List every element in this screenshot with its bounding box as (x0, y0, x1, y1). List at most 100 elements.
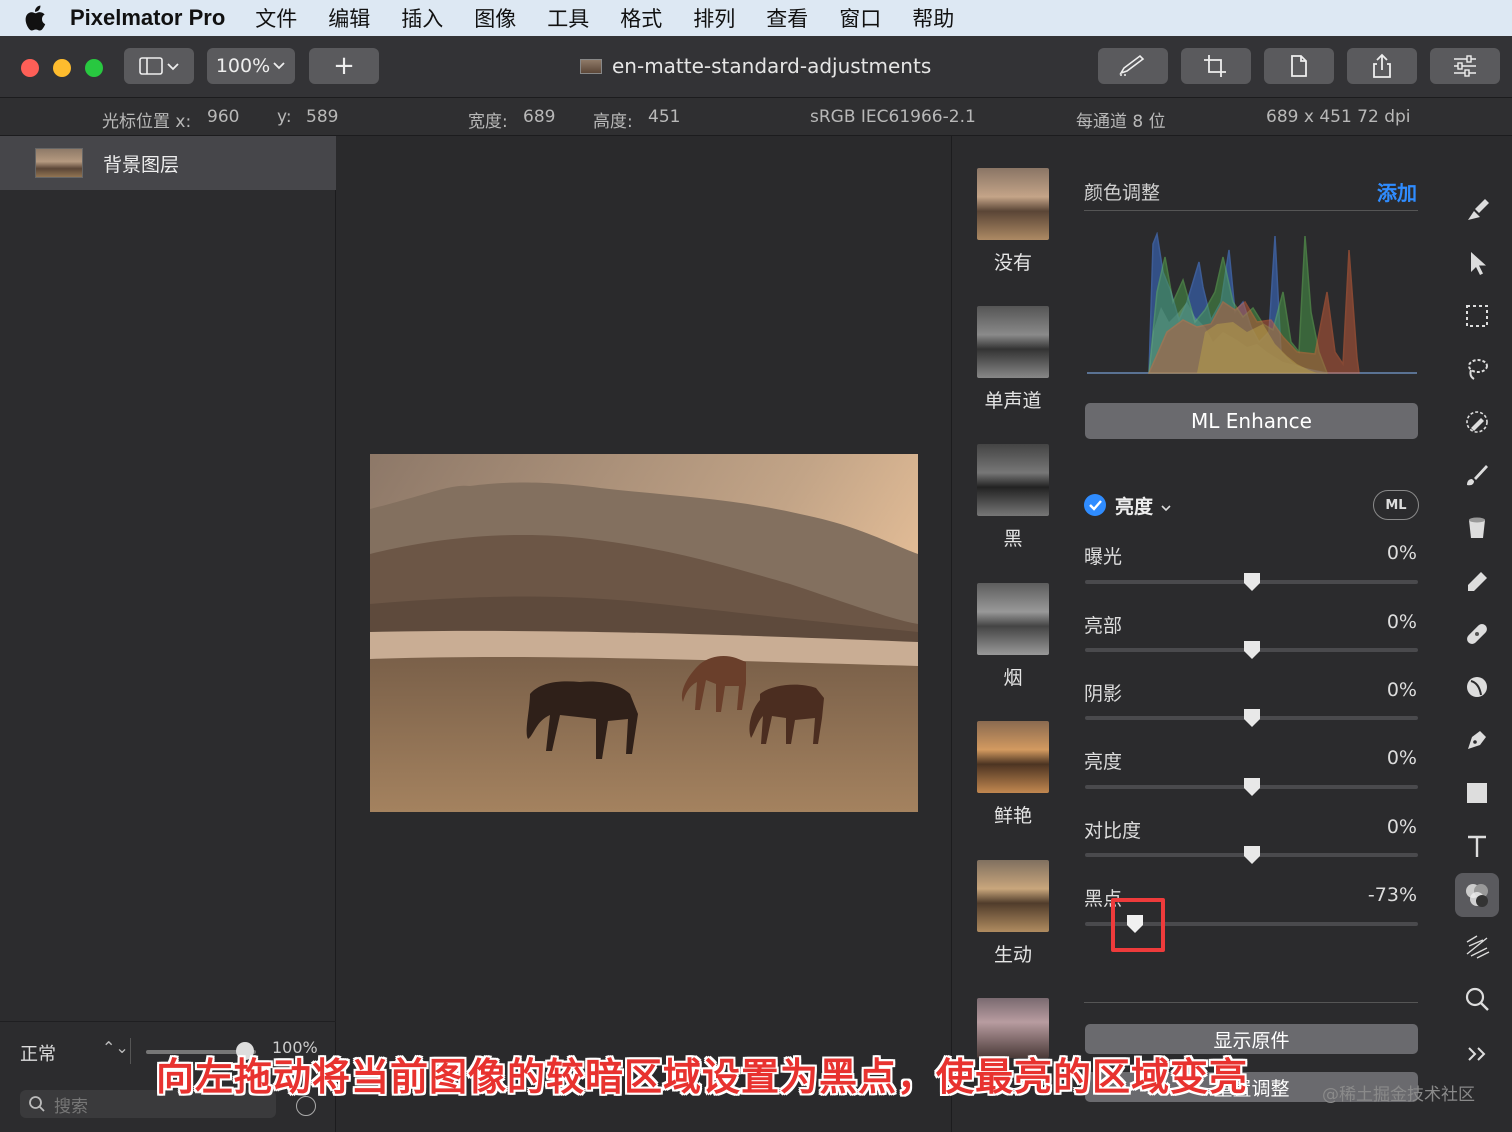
contrast-slider-knob[interactable] (1243, 845, 1261, 865)
sliders-icon (1454, 55, 1476, 77)
cursor-y-value: 589 (306, 107, 339, 127)
document-thumbnail-icon (580, 58, 602, 74)
shape-tool[interactable] (1455, 771, 1499, 815)
width-value: 689 (523, 107, 556, 127)
preset-thumbnail (977, 444, 1049, 516)
color-adjust-tool[interactable] (1455, 873, 1499, 917)
preset-noir[interactable]: 黑 (977, 444, 1049, 551)
app-menu[interactable]: Pixelmator Pro (70, 5, 225, 31)
highlights-slider-knob[interactable] (1243, 640, 1261, 660)
share-icon (1373, 53, 1391, 78)
retouch-tool-button[interactable] (1098, 48, 1168, 84)
more-tools-button[interactable] (1455, 1032, 1499, 1076)
height-label: 高度: (593, 112, 633, 132)
preset-none[interactable]: 没有 (977, 168, 1049, 275)
slider-value: 0% (1386, 747, 1417, 769)
menu-view[interactable]: 查看 (766, 3, 808, 33)
preset-mono[interactable]: 单声道 (977, 306, 1049, 413)
watermark: @稀土掘金技术社区 (1322, 1085, 1475, 1105)
style-tool[interactable] (1455, 188, 1499, 232)
slider-value: -73% (1367, 884, 1417, 906)
menu-insert[interactable]: 插入 (401, 3, 443, 33)
rectangle-icon (1467, 783, 1487, 803)
color-adjustments-panel: 颜色调整 添加 ML Enhance 亮度 ML 曝光 0% 亮部 0% 阴影 … (1073, 136, 1443, 1132)
minimize-window-button[interactable] (53, 59, 71, 77)
menu-help[interactable]: 帮助 (912, 3, 954, 33)
pen-icon (1468, 731, 1486, 749)
paint-tool[interactable] (1455, 453, 1499, 497)
adjustments-toggle-button[interactable] (1430, 48, 1500, 84)
arrange-tool[interactable] (1455, 241, 1499, 285)
sidebar-toggle-button[interactable] (124, 48, 194, 84)
brightness-slider-knob[interactable] (1243, 777, 1261, 797)
brightness-section-header[interactable]: 亮度 (1115, 492, 1172, 519)
add-adjustment-button[interactable]: 添加 (1377, 177, 1417, 206)
menu-window[interactable]: 窗口 (839, 3, 881, 33)
distort-icon (1467, 677, 1487, 697)
ml-auto-button[interactable]: ML (1373, 490, 1419, 520)
plus-icon: + (333, 51, 355, 81)
share-button[interactable] (1347, 48, 1417, 84)
brightness-enabled-checkbox[interactable] (1084, 494, 1106, 516)
menu-format[interactable]: 格式 (620, 3, 662, 33)
tutorial-caption: 向左拖动将当前图像的较暗区域设置为黑点，使最亮的区域变亮 (156, 1055, 1249, 1099)
search-placeholder: 搜索 (54, 1096, 88, 1117)
menu-edit[interactable]: 编辑 (328, 3, 370, 33)
pointer-icon (1471, 252, 1486, 275)
preset-label: 生动 (993, 944, 1032, 966)
preset-smoke[interactable]: 烟 (977, 583, 1049, 690)
slider-value: 0% (1386, 816, 1417, 838)
close-window-button[interactable] (21, 59, 39, 77)
ml-enhance-button[interactable]: ML Enhance (1085, 403, 1418, 439)
preset-vibrant[interactable]: 鲜艳 (977, 721, 1049, 828)
menu-image[interactable]: 图像 (474, 3, 516, 33)
blend-mode-select[interactable]: 正常 (20, 1040, 56, 1066)
pen-tool[interactable] (1455, 718, 1499, 762)
distort-tool[interactable] (1455, 665, 1499, 709)
apple-menu-icon[interactable] (0, 5, 70, 31)
add-button[interactable]: + (309, 48, 379, 84)
type-tool[interactable] (1455, 824, 1499, 868)
window-toolbar: 100% + en-matte-standard-adjustments (0, 36, 1512, 98)
effects-tool[interactable] (1455, 924, 1499, 968)
exposure-slider-knob[interactable] (1243, 572, 1261, 592)
text-icon (1468, 835, 1486, 857)
slider-label: 曝光 (1084, 546, 1123, 568)
crop-button[interactable] (1181, 48, 1251, 84)
preset-vivid[interactable]: 生动 (977, 860, 1049, 967)
height-value: 451 (648, 107, 681, 127)
cursor-y-label: y: (277, 107, 292, 127)
zoom-window-button[interactable] (85, 59, 103, 77)
chevron-down-icon (273, 62, 285, 70)
zoom-level-dropdown[interactable]: 100% (207, 48, 295, 84)
paint-bucket-icon (1469, 517, 1485, 538)
lasso-icon (1468, 359, 1488, 380)
preset-label: 单声道 (984, 390, 1042, 412)
color-picker-tool[interactable] (1455, 400, 1499, 444)
search-icon (29, 1096, 45, 1112)
cursor-x-value: 960 (207, 107, 240, 127)
document-image[interactable] (370, 454, 918, 812)
magnifier-icon (1465, 987, 1489, 1011)
erase-tool[interactable] (1455, 559, 1499, 603)
retouch-tool[interactable] (1455, 612, 1499, 656)
format-button[interactable] (1264, 48, 1334, 84)
menu-tools[interactable]: 工具 (547, 3, 589, 33)
panel-title: 颜色调整 (1084, 182, 1161, 204)
slider-label: 亮部 (1084, 615, 1123, 637)
menu-file[interactable]: 文件 (255, 3, 297, 33)
shadows-slider-knob[interactable] (1243, 708, 1261, 728)
preset-thumbnail (977, 168, 1049, 240)
slider-label: 阴影 (1084, 683, 1123, 705)
histogram (1087, 232, 1417, 374)
zoom-tool[interactable] (1455, 977, 1499, 1021)
menu-arrange[interactable]: 排列 (693, 3, 735, 33)
lasso-tool[interactable] (1455, 347, 1499, 391)
selection-tool[interactable] (1455, 294, 1499, 338)
fill-tool[interactable] (1455, 506, 1499, 550)
layer-row[interactable]: 背景图层 (0, 136, 336, 190)
crop-icon (1204, 55, 1226, 77)
slider-value: 0% (1386, 611, 1417, 633)
preset-thumbnail (977, 583, 1049, 655)
canvas-area[interactable] (337, 136, 951, 1132)
